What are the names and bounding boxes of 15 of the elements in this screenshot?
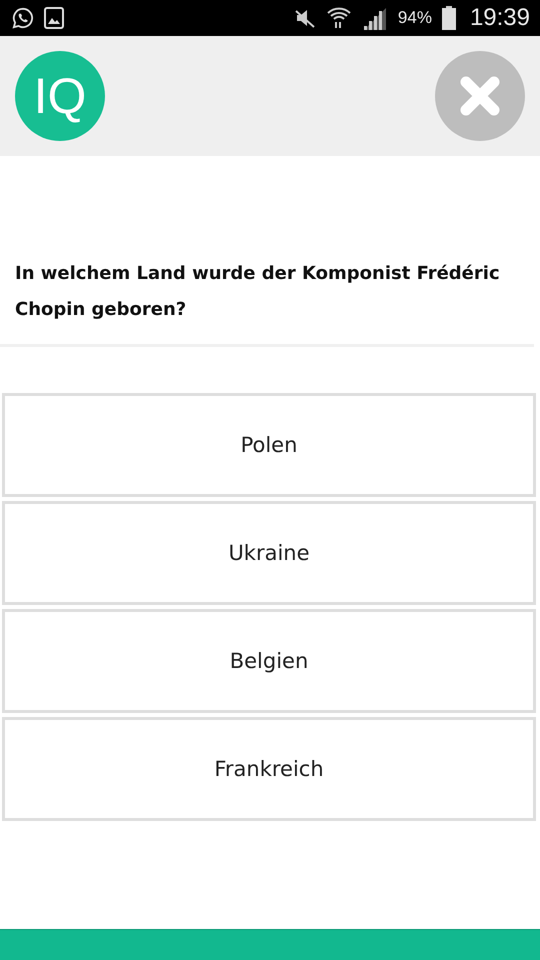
clock-time: 19:39 <box>470 4 530 32</box>
answer-option[interactable]: Frankreich <box>2 717 536 821</box>
close-icon <box>459 75 501 117</box>
image-icon <box>44 7 64 29</box>
question-text: In welchem Land wurde der Komponist Frédéric Chopin geboren? <box>15 262 501 322</box>
answer-option[interactable]: Belgien <box>2 609 536 713</box>
answer-option[interactable]: Ukraine <box>2 501 536 605</box>
wifi-icon <box>326 5 352 31</box>
app-logo: IQ <box>15 51 105 141</box>
mute-icon <box>294 7 316 29</box>
battery-percent: 94% <box>398 8 432 28</box>
whatsapp-icon <box>12 7 34 29</box>
signal-icon <box>362 6 388 30</box>
answer-option[interactable]: Polen <box>2 393 536 497</box>
battery-icon <box>442 6 456 30</box>
